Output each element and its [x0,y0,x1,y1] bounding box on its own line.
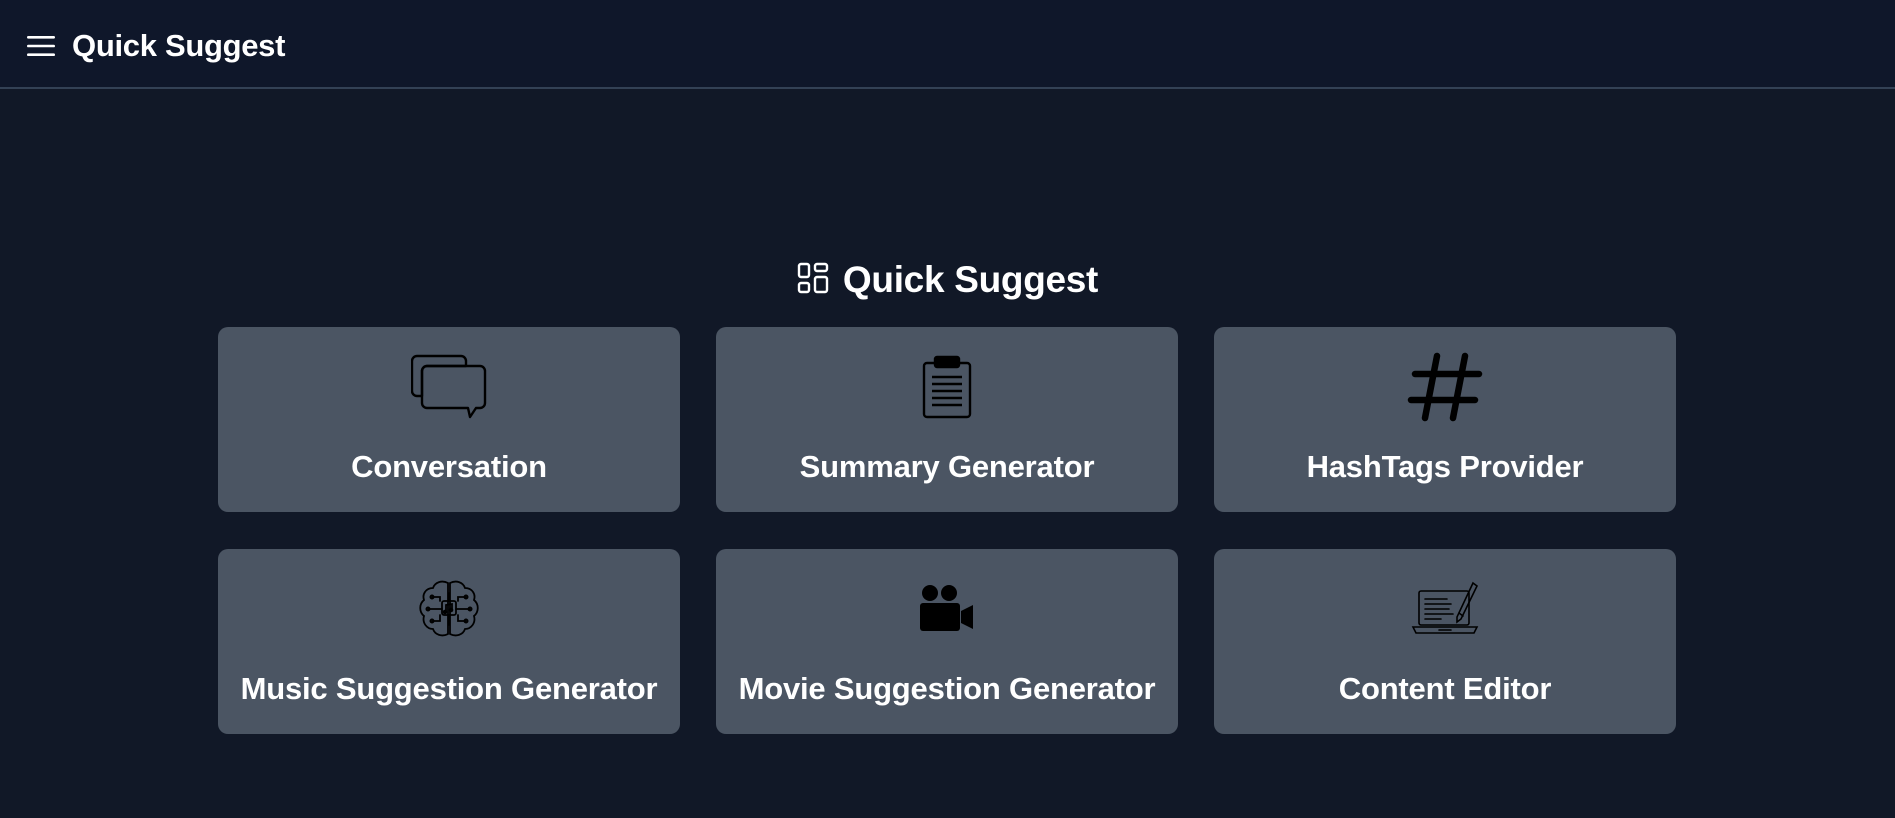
card-label: Movie Suggestion Generator [738,671,1156,706]
card-label: Summary Generator [799,449,1095,484]
chat-bubbles-icon [218,353,680,421]
clipboard-icon [716,353,1178,421]
hamburger-menu-icon[interactable] [26,31,56,61]
brain-music-icon [218,575,680,643]
card-content-editor[interactable]: Content Editor [1214,549,1676,734]
card-conversation[interactable]: Conversation [218,327,680,512]
laptop-pen-icon [1214,575,1676,643]
card-movie-suggestion-generator[interactable]: Movie Suggestion Generator [716,549,1178,734]
section-heading: Quick Suggest [0,256,1895,304]
hashtag-icon [1214,352,1676,422]
card-label: HashTags Provider [1306,449,1584,484]
card-music-suggestion-generator[interactable]: Music Suggestion Generator [218,549,680,734]
card-label: Music Suggestion Generator [240,671,658,706]
movie-camera-icon [716,575,1178,643]
feature-grid: Conversation Summary Generator HashTags … [218,327,1678,734]
card-summary-generator[interactable]: Summary Generator [716,327,1178,512]
top-bar: Quick Suggest [0,0,1895,89]
dashboard-grid-icon [797,262,829,299]
card-label: Content Editor [1338,671,1552,706]
section-title: Quick Suggest [842,259,1099,300]
app-title: Quick Suggest [72,28,286,63]
card-hashtags-provider[interactable]: HashTags Provider [1214,327,1676,512]
card-label: Conversation [351,449,547,484]
